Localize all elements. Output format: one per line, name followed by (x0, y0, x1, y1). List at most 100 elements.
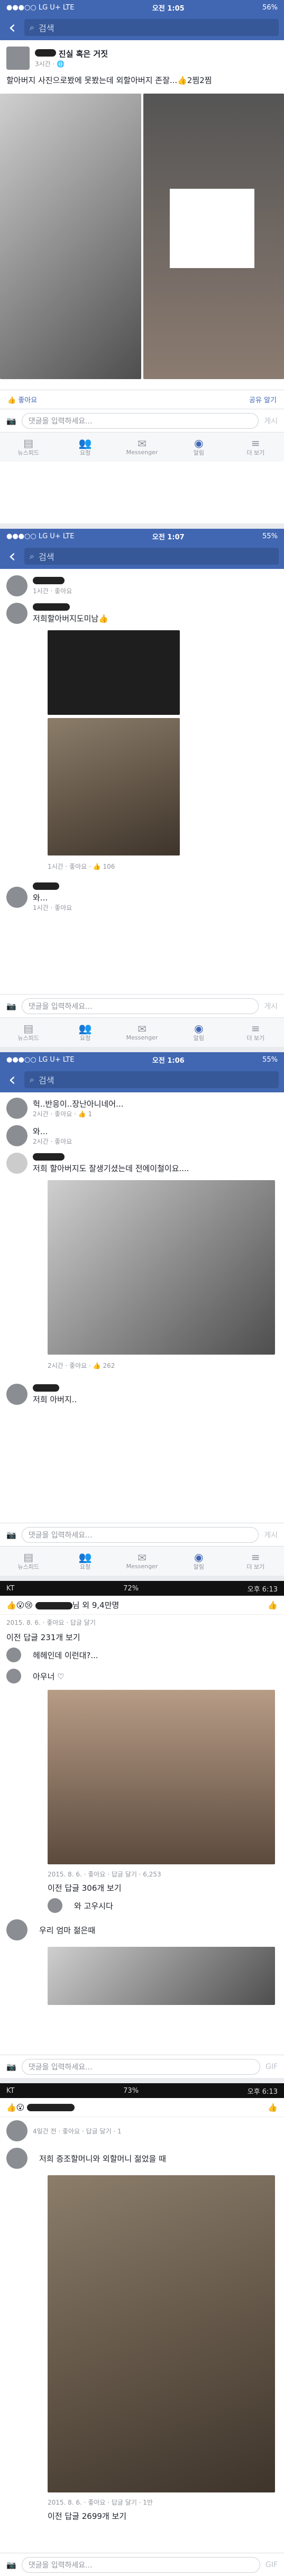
like-icon[interactable]: 👍 (268, 1600, 278, 1610)
avatar[interactable] (6, 603, 28, 624)
post-actions: 👍 좋아요 공유 알기 (0, 390, 284, 409)
messenger-icon: ✉ (138, 1551, 146, 1564)
comment-input[interactable]: 댓글을 입력하세요... (21, 998, 259, 1014)
back-icon[interactable]: ‹ (5, 19, 19, 36)
author-name-redacted (35, 49, 56, 57)
comment-bar: 📷 댓글을 입력하세요... GIF (0, 2055, 284, 2078)
globe-icon: ◉ (194, 436, 204, 449)
newsfeed-icon: ▤ (23, 436, 34, 449)
share-button[interactable]: 공유 알기 (249, 394, 277, 404)
tab-bar: ▤ 뉴스피드 👥 요청 ✉ Messenger ◉ 알림 ≡ 더 보기 (0, 432, 284, 462)
search-input[interactable]: ⌕ 검색 (24, 19, 279, 36)
comment-bar: 📷 댓글을 입력하세요... 게시 (0, 409, 284, 432)
comment-photo[interactable] (48, 718, 180, 855)
top-nav: ‹ ⌕ 검색 (0, 544, 284, 569)
previous-replies-link[interactable]: 이전 답글 2699개 보기 (0, 2509, 284, 2523)
comment-input[interactable]: 댓글을 입력하세요... (21, 1526, 259, 1543)
comment-photo[interactable] (48, 1690, 275, 1864)
tab-messenger[interactable]: ✉ Messenger (114, 1018, 170, 1047)
comment: 와... 1시간 · 좋아요 (0, 879, 284, 915)
comment-photo[interactable] (48, 1947, 275, 2005)
avatar[interactable] (6, 1098, 28, 1119)
screenshot-2: ●●●○○ LG U+ LTE 오전 1:07 55% ‹ ⌕ 검색 1시간 · … (0, 529, 284, 1047)
post-meta: 3시간 · 🌐 (35, 60, 65, 68)
menu-icon: ≡ (251, 1022, 260, 1035)
avatar[interactable] (6, 1125, 28, 1146)
status-bar: ●●●○○ LG U+ LTE 오전 1:07 55% (0, 529, 284, 544)
clock: 오전 1:05 (152, 4, 185, 13)
tab-messenger[interactable]: ✉ Messenger (114, 1547, 170, 1576)
back-icon[interactable]: ‹ (5, 547, 19, 565)
avatar[interactable] (6, 2148, 28, 2169)
avatar[interactable] (6, 2120, 28, 2141)
tab-newsfeed[interactable]: ▤ 뉴스피드 (0, 1018, 57, 1047)
post-button[interactable]: 게시 (264, 1001, 278, 1011)
camera-icon[interactable]: 📷 (6, 2062, 16, 2072)
post-button[interactable]: 게시 (264, 1530, 278, 1540)
comment-input[interactable]: 댓글을 입력하세요... (21, 2556, 260, 2573)
post-header: 진실 혹은 거짓 3시간 · 🌐 (0, 40, 284, 73)
comment: 1시간 · 좋아요 (0, 569, 284, 600)
tab-notifications[interactable]: ◉ 알림 (170, 1018, 227, 1047)
comment: 저희할아버지도미남👍 (0, 600, 284, 627)
avatar[interactable] (6, 1919, 28, 1940)
comment-photo[interactable] (48, 630, 180, 715)
previous-replies-link[interactable]: 이전 답글 231개 보기 (0, 1630, 284, 1644)
screenshot-4: KT 72% 오후 6:13 👍😮😢 님 외 9,4만명 👍 2015. 8. … (0, 1581, 284, 2078)
avatar[interactable] (6, 575, 28, 596)
like-icon[interactable]: 👍 (268, 2103, 278, 2112)
avatar[interactable] (6, 1648, 21, 1662)
tab-bar: ▤ 뉴스피드 👥 요청 ✉ Messenger ◉ 알림 ≡ 더 보기 (0, 1017, 284, 1047)
carrier-text: ●●●○○ LG U+ LTE (6, 3, 75, 12)
screenshot-3: ●●●○○ LG U+ LTE 오전 1:06 55% ‹ ⌕ 검색 헉..반응이… (0, 1052, 284, 1576)
previous-replies-link[interactable]: 이전 답글 306개 보기 (0, 1881, 284, 1895)
status-bar: ●●●○○ LG U+ LTE 오전 1:06 55% (0, 1052, 284, 1067)
comment-photo[interactable] (48, 2175, 275, 2492)
camera-icon[interactable]: 📷 (6, 1530, 16, 1540)
tab-requests[interactable]: 👥 요청 (57, 433, 113, 462)
tab-more[interactable]: ≡ 더 보기 (227, 433, 284, 462)
post-button[interactable]: 게시 (264, 416, 278, 426)
search-input[interactable]: ⌕ 검색 (24, 548, 279, 565)
tab-notifications[interactable]: ◉ 알림 (170, 1547, 227, 1576)
comment-input[interactable]: 댓글을 입력하세요... (21, 412, 259, 429)
avatar[interactable] (48, 1898, 62, 1913)
reactions-header: 👍😮😢 님 외 9,4만명 👍 (0, 1596, 284, 1615)
grandfather-photo[interactable] (0, 94, 141, 379)
status-bar: ●●●○○ LG U+ LTE 오전 1:05 56% (0, 0, 284, 15)
back-icon[interactable]: ‹ (5, 1071, 19, 1089)
top-nav: ‹ ⌕ 검색 (0, 15, 284, 40)
newsfeed-icon: ▤ (23, 1022, 34, 1035)
friends-icon: 👥 (78, 1550, 92, 1563)
tab-requests[interactable]: 👥 요청 (57, 1018, 113, 1047)
avatar[interactable] (6, 1669, 21, 1683)
avatar[interactable] (6, 1384, 28, 1405)
tab-newsfeed[interactable]: ▤ 뉴스피드 (0, 1547, 57, 1576)
gif-button[interactable]: GIF (265, 2063, 278, 2071)
camera-icon[interactable]: 📷 (6, 2560, 16, 2570)
tab-more[interactable]: ≡ 더 보기 (227, 1547, 284, 1576)
like-button[interactable]: 👍 좋아요 (7, 394, 37, 404)
selfie-photo[interactable] (143, 94, 284, 379)
post-text: 할아버지 사진으로봤에 못봤는데 외할아버지 존잘...👍2찜2찜 (6, 76, 212, 85)
avatar[interactable] (6, 47, 30, 70)
camera-icon[interactable]: 📷 (6, 1001, 16, 1011)
tab-notifications[interactable]: ◉ 알림 (170, 433, 227, 462)
tab-more[interactable]: ≡ 더 보기 (227, 1018, 284, 1047)
comment-photo[interactable] (48, 1180, 275, 1355)
tab-requests[interactable]: 👥 요청 (57, 1547, 113, 1576)
comment-input[interactable]: 댓글을 입력하세요... (21, 2058, 260, 2075)
menu-icon: ≡ (251, 436, 260, 449)
screenshot-5: KT 73% 오후 6:13 👍😮 👍 4일간 전 · 좋아요 · 답글 달기 … (0, 2083, 284, 2576)
search-input[interactable]: ⌕ 검색 (24, 1071, 279, 1088)
tab-newsfeed[interactable]: ▤ 뉴스피드 (0, 433, 57, 462)
avatar[interactable] (6, 1153, 28, 1174)
top-nav: ‹ ⌕ 검색 (0, 1067, 284, 1092)
comment-bar: 📷 댓글을 입력하세요... GIF (0, 2553, 284, 2576)
gif-button[interactable]: GIF (265, 2561, 278, 2569)
tab-messenger[interactable]: ✉ Messenger (114, 433, 170, 462)
screenshot-1: ●●●○○ LG U+ LTE 오전 1:05 56% ‹ ⌕ 검색 진실 혹은 … (0, 0, 284, 523)
avatar[interactable] (6, 887, 28, 908)
camera-icon[interactable]: 📷 (6, 416, 16, 426)
messenger-icon: ✉ (138, 437, 146, 450)
